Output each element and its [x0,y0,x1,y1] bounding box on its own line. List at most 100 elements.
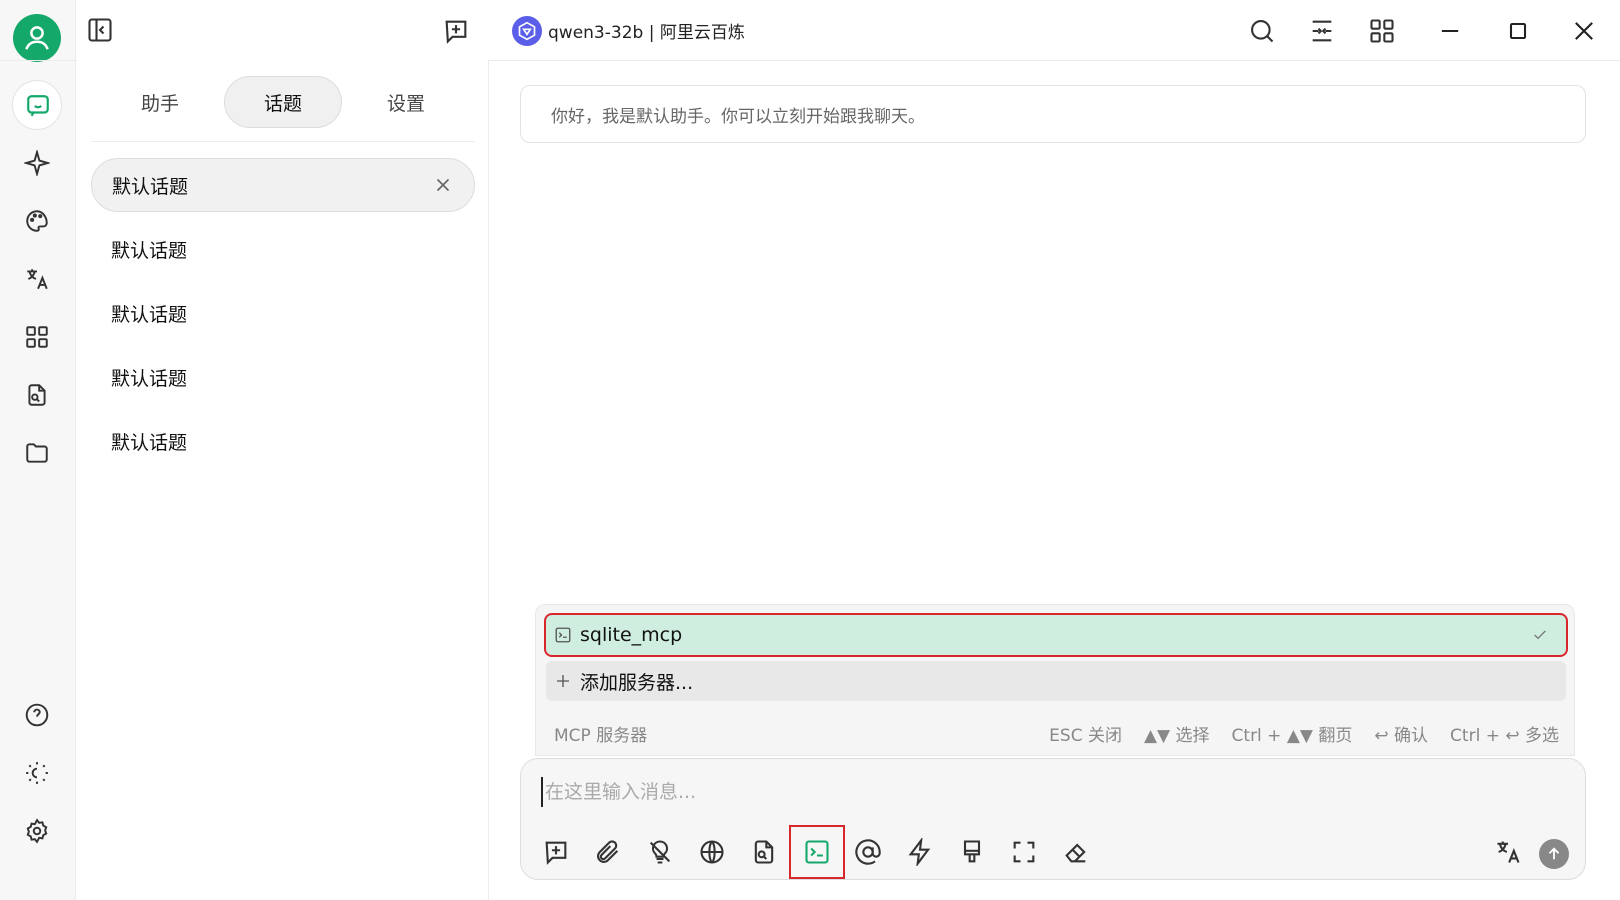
hint-page: Ctrl + ▲▼ 翻页 [1231,726,1353,746]
rail-chat-button[interactable] [12,80,62,130]
rail-paint-button[interactable] [12,196,62,246]
attach-button[interactable] [583,827,633,877]
hint-esc-close: ESC 关闭 [1049,726,1122,746]
file-search-icon [754,840,774,864]
user-icon [25,26,49,50]
hint-confirm: ↩ 确认 [1374,726,1429,746]
clear-context-button[interactable] [947,827,997,877]
topic-item[interactable]: 默认话题 [91,414,475,468]
rail-theme-button[interactable] [12,748,62,798]
web-search-button[interactable] [687,827,737,877]
close-icon [436,178,450,192]
mcp-server-item-sqlite[interactable]: sqlite_mcp [544,613,1568,657]
new-chat-icon [545,841,567,865]
mention-model-button[interactable] [843,827,893,877]
send-button[interactable] [1539,839,1569,869]
minimize-icon [1441,29,1459,33]
new-topic-button[interactable] [442,17,470,45]
search-icon [1251,20,1274,43]
close-icon [1575,22,1593,40]
globe-icon [700,840,724,864]
file-search-icon [28,384,46,406]
lightbulb-off-icon [649,840,671,864]
provider-logo-icon [518,21,536,41]
thinking-toggle-button[interactable] [635,827,685,877]
expand-icon [1013,841,1035,863]
gear-icon [26,818,48,844]
topic-label: 默认话题 [112,175,189,198]
apps-grid-icon [26,326,48,348]
topic-item[interactable]: 默认话题 [91,286,475,340]
rail-translate-button[interactable] [12,254,62,304]
help-icon [25,703,49,727]
maximize-button[interactable] [1504,17,1532,45]
left-rail [0,0,76,900]
close-window-button[interactable] [1570,17,1598,45]
topics-panel: 助手 话题 设置 默认话题 默认话题 默认话题 默认话题 默认话题 [77,60,489,900]
mcp-popup-footer: MCP 服务器 ESC 关闭 ▲▼ 选择 Ctrl + ▲▼ 翻页 ↩ 确认 C… [554,717,1559,747]
message-composer [520,758,1586,880]
rail-help-button[interactable] [12,690,62,740]
quick-phrases-button[interactable] [895,827,945,877]
mcp-server-label: sqlite_mcp [580,624,683,646]
keyboard-hints: ESC 关闭 ▲▼ 选择 Ctrl + ▲▼ 翻页 ↩ 确认 Ctrl + ↩ … [1049,721,1559,746]
mcp-tools-button[interactable] [789,825,845,879]
hint-multi-select: Ctrl + ↩ 多选 [1450,726,1559,746]
theme-icon [26,762,48,784]
layout-toggle-button[interactable] [1308,17,1336,45]
brush-icon [963,840,981,863]
arrow-up-icon [1548,847,1560,860]
terminal-icon [554,626,572,644]
model-provider-logo [512,16,542,46]
at-sign-icon [855,839,881,865]
eraser-icon [1065,843,1086,863]
rail-settings-button[interactable] [12,806,62,856]
rail-apps-button[interactable] [12,312,62,362]
topic-item[interactable]: 默认话题 [91,350,475,404]
delete-topic-button[interactable] [432,174,454,196]
maximize-icon [1509,22,1527,40]
topic-item-active[interactable]: 默认话题 [91,158,475,212]
add-mcp-server-item[interactable]: 添加服务器... [546,661,1566,701]
assistant-greeting: 你好，我是默认助手。你可以立刻开始跟我聊天。 [520,85,1586,143]
clear-messages-button[interactable] [1051,827,1101,877]
paperclip-icon [597,840,619,863]
translate-input-button[interactable] [1483,827,1533,877]
hint-select: ▲▼ 选择 [1143,726,1210,746]
rail-files-button[interactable] [12,370,62,420]
knowledge-base-button[interactable] [739,827,789,877]
lightning-icon [908,836,931,868]
topic-item[interactable]: 默认话题 [91,222,475,276]
new-topic-tool-button[interactable] [531,827,581,877]
sparkle-icon [22,148,52,178]
apps-button[interactable] [1368,17,1396,45]
translate-icon [1497,841,1520,863]
panel-tabs: 助手 话题 设置 [91,76,475,142]
split-layout-icon [1312,20,1332,42]
avatar[interactable] [13,14,61,62]
search-button[interactable] [1248,17,1276,45]
chat-icon [27,95,49,117]
add-server-label: 添加服务器... [580,671,694,694]
mcp-footer-label: MCP 服务器 [554,726,648,746]
plus-icon [554,672,572,690]
palette-icon [26,210,48,232]
tab-settings[interactable]: 设置 [347,76,465,128]
fullscreen-button[interactable] [999,827,1049,877]
tab-topics[interactable]: 话题 [224,76,342,128]
tab-assistants[interactable]: 助手 [101,76,219,128]
grid-icon [1370,19,1394,43]
sidebar-collapse-icon [88,18,112,42]
new-chat-icon [445,20,467,44]
toggle-sidebar-button[interactable] [86,16,114,44]
model-title[interactable]: qwen3-32b | 阿里云百炼 [548,18,745,43]
terminal-icon [805,840,829,864]
message-input[interactable] [541,777,1561,807]
minimize-button[interactable] [1436,17,1464,45]
folder-icon [26,443,48,463]
translate-icon [27,269,48,290]
rail-folder-button[interactable] [12,428,62,478]
check-icon [1532,627,1548,643]
rail-agents-button[interactable] [12,138,62,188]
mcp-server-popup: sqlite_mcp 添加服务器... MCP 服务器 ESC 关闭 ▲▼ 选择… [535,604,1575,756]
